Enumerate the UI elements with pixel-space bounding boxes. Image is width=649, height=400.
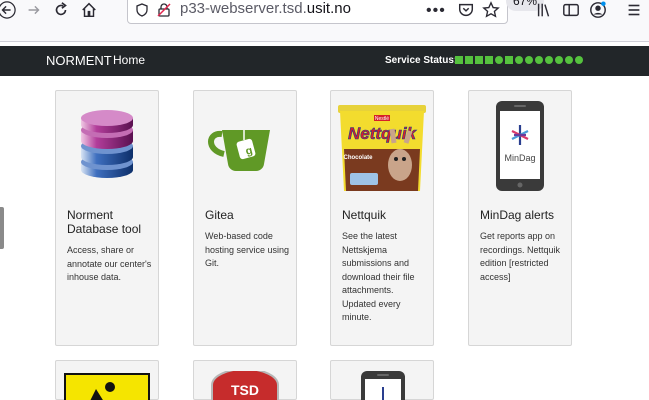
- status-indicator: [475, 56, 483, 64]
- card-norment-database[interactable]: Norment Database tool Access, share or a…: [55, 90, 159, 346]
- brand-tag: Nestlé: [375, 116, 389, 122]
- card-title[interactable]: Gitea: [205, 208, 291, 222]
- card-title[interactable]: Norment Database tool: [67, 208, 153, 236]
- card-mindag-alerts[interactable]: MinDag MinDag alerts Get reports app on …: [468, 90, 572, 346]
- library-icon: [537, 3, 550, 17]
- status-indicator: [505, 56, 513, 64]
- home-link[interactable]: Home: [113, 53, 145, 67]
- flavor-text: Chocolate: [343, 155, 373, 161]
- forward-arrow-icon: [28, 5, 40, 15]
- site-navbar: NORMENT Home Service Status:: [0, 46, 649, 76]
- sidebar-icon: [563, 3, 579, 17]
- database-icon: [56, 93, 158, 198]
- service-status-indicators: [455, 56, 583, 64]
- phone-image: [359, 371, 407, 400]
- status-indicator: [465, 56, 473, 64]
- page-actions-menu[interactable]: •••: [426, 2, 446, 20]
- back-button[interactable]: [0, 0, 18, 20]
- insecure-lock-icon[interactable]: [157, 3, 171, 17]
- reload-icon: [55, 2, 67, 16]
- card-bottom-2[interactable]: TSD: [193, 360, 297, 400]
- card-description: Access, share or annotate our center's i…: [67, 245, 152, 282]
- pocket-button[interactable]: [456, 0, 476, 20]
- card-nettquik[interactable]: Nestlé Nettquik Chocolate Nettquik See t…: [330, 90, 434, 346]
- mindag-phone-image: MinDag: [469, 93, 571, 198]
- url-text[interactable]: p33-webserver.tsd.usit.no: [180, 0, 351, 17]
- tsd-shield-image: TSD: [210, 368, 280, 400]
- tracking-shield-icon[interactable]: [135, 3, 149, 17]
- status-indicator: [485, 56, 493, 64]
- account-icon: [590, 1, 606, 18]
- pocket-icon: [458, 3, 474, 17]
- status-indicator: [545, 56, 553, 64]
- sidebar-button[interactable]: [561, 0, 581, 20]
- home-button[interactable]: [79, 0, 99, 20]
- forward-button[interactable]: [24, 0, 44, 20]
- status-indicator: [525, 56, 533, 64]
- star-icon: [482, 1, 500, 18]
- account-button[interactable]: [588, 0, 608, 20]
- status-indicator: [455, 56, 463, 64]
- url-prefix: p33-webserver.tsd.: [180, 0, 307, 17]
- service-status-label: Service Status:: [385, 55, 458, 66]
- status-indicator: [565, 56, 573, 64]
- status-indicator: [495, 56, 503, 64]
- side-scroll-handle[interactable]: [0, 207, 4, 249]
- warning-sign-image: [64, 373, 150, 400]
- status-indicator: [575, 56, 583, 64]
- url-domain: usit.no: [306, 0, 351, 17]
- card-gitea[interactable]: g Gitea Web-based code hosting service u…: [193, 90, 297, 346]
- url-bar[interactable]: p33-webserver.tsd.usit.no 67%: [127, 0, 544, 24]
- brand-link[interactable]: NORMENT: [46, 53, 112, 68]
- card-bottom-3[interactable]: [330, 360, 434, 400]
- app-menu-button[interactable]: [624, 0, 644, 20]
- mindag-app-name: MinDag: [504, 153, 535, 163]
- card-description: See the latest Nettskjema submissions an…: [342, 231, 415, 322]
- card-title[interactable]: MinDag alerts: [480, 208, 566, 222]
- reload-button[interactable]: [51, 0, 71, 20]
- tsd-text: TSD: [231, 382, 259, 398]
- browser-toolbar: p33-webserver.tsd.usit.no 67% •••: [0, 0, 649, 42]
- nettquik-can-image: Nestlé Nettquik Chocolate: [331, 93, 433, 198]
- card-title[interactable]: Nettquik: [342, 208, 428, 222]
- bookmark-button[interactable]: [481, 0, 501, 20]
- status-indicator: [535, 56, 543, 64]
- status-indicator: [515, 56, 523, 64]
- back-arrow-icon: [0, 1, 16, 19]
- hamburger-icon: [628, 4, 640, 16]
- card-description: Web-based code hosting service using Git…: [205, 231, 290, 268]
- card-description: Get reports app on recordings. Nettquik …: [480, 231, 561, 282]
- home-icon: [82, 2, 96, 18]
- status-indicator: [555, 56, 563, 64]
- gitea-logo: g: [194, 93, 296, 198]
- library-button[interactable]: [534, 0, 554, 20]
- card-bottom-1[interactable]: [55, 360, 159, 400]
